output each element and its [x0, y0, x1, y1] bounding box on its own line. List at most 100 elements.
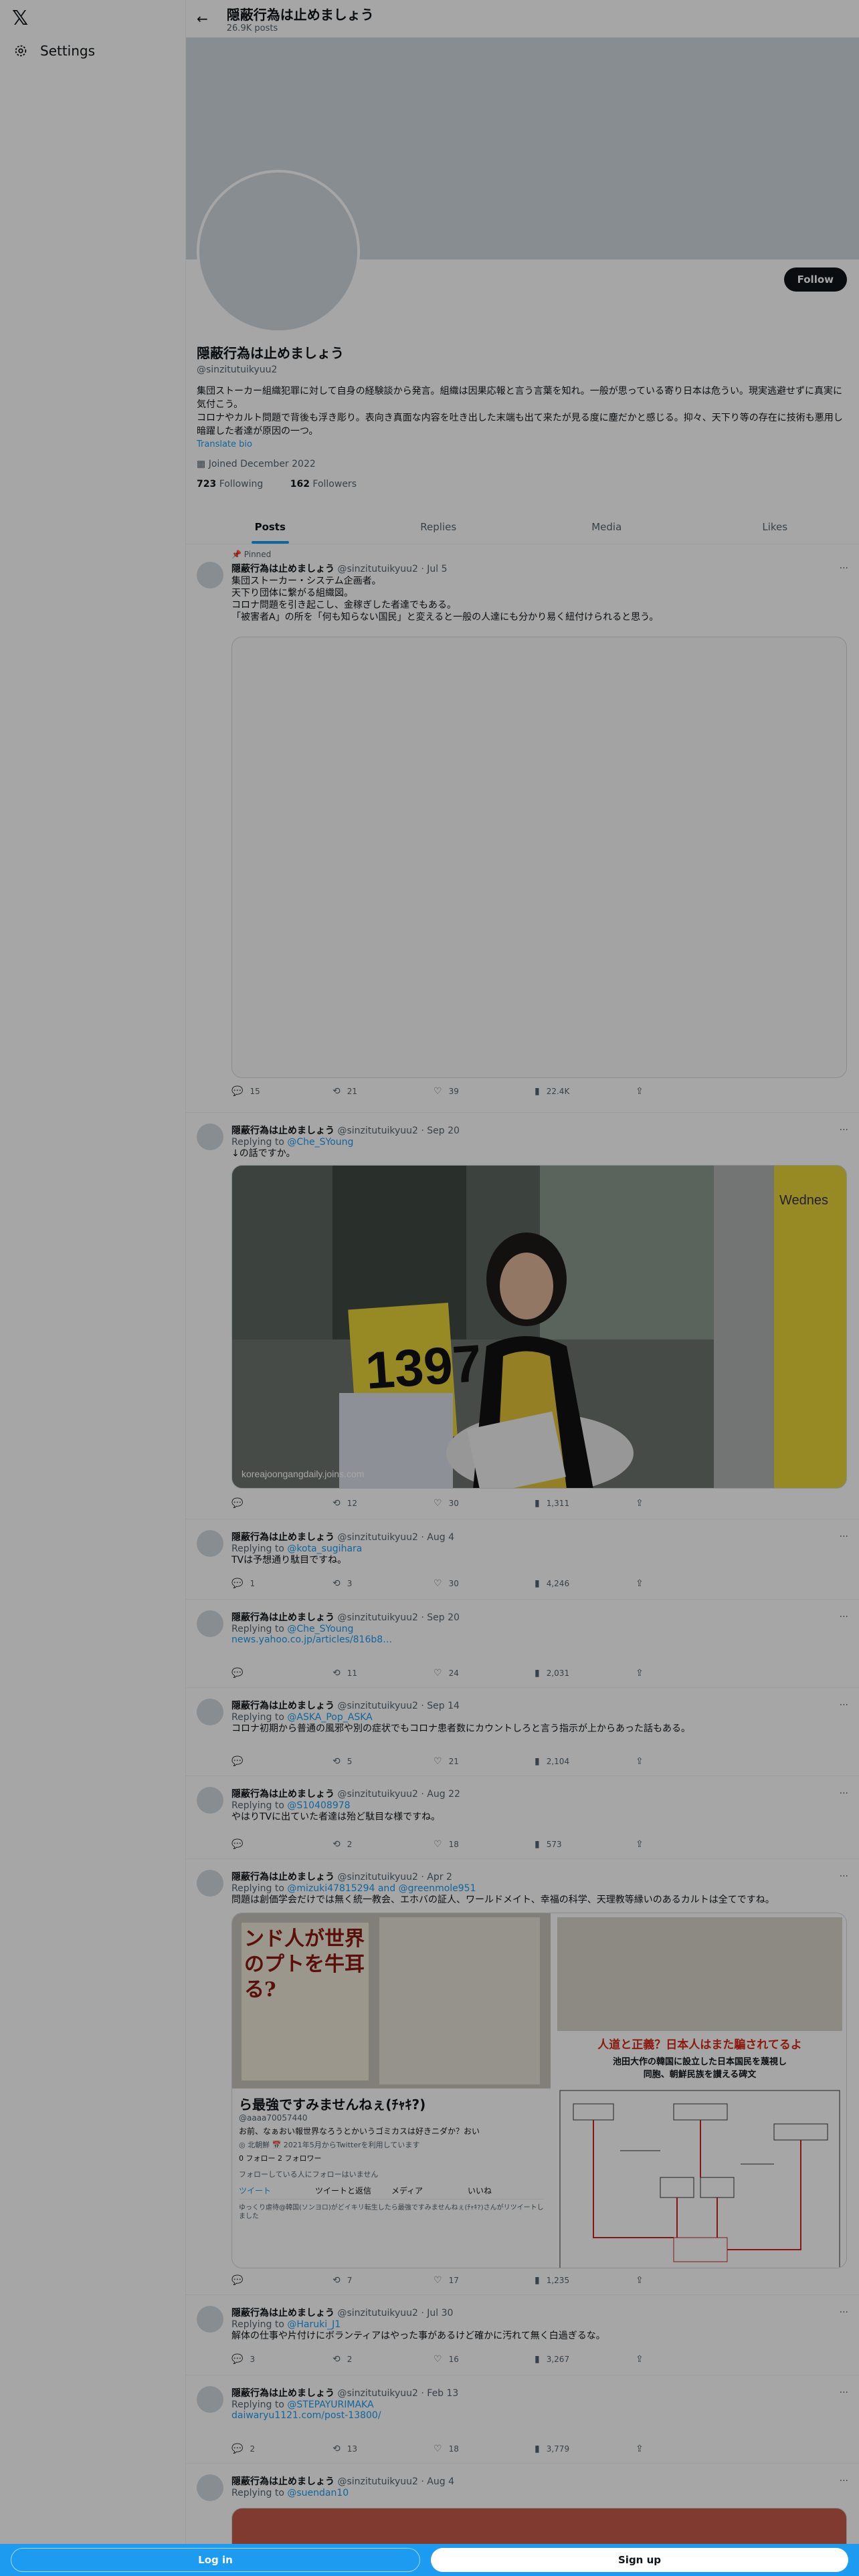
like-button[interactable]: ♡ 17 [434, 2275, 535, 2286]
views-button[interactable]: ▮ 573 [535, 1839, 636, 1850]
like-button[interactable]: ♡ 39 [434, 1086, 535, 1097]
avatar[interactable] [197, 1870, 223, 1897]
like-button[interactable]: ♡ 30 [434, 1498, 535, 1509]
x-logo-icon[interactable]: 𝕏 [12, 7, 28, 30]
share-button[interactable]: ⇪ [636, 1498, 737, 1509]
share-button[interactable]: ⇪ [636, 2354, 737, 2365]
like-button[interactable]: ♡ 21 [434, 1756, 535, 1767]
tweet-media[interactable] [231, 637, 847, 1078]
tab-media[interactable]: Media [522, 510, 691, 544]
reply-button[interactable]: 💬 15 [231, 1086, 332, 1097]
views-button[interactable]: ▮ 4,246 [535, 1578, 636, 1589]
avatar[interactable] [197, 562, 223, 588]
like-button[interactable]: ♡ 24 [434, 1668, 535, 1679]
tweet-item[interactable]: ··· 隠蔽行為は止めましょう @sinzitutuikyuu2 · Feb 1… [186, 2375, 859, 2464]
like-button[interactable]: ♡ 18 [434, 1839, 535, 1850]
reply-button[interactable]: 💬 [231, 1839, 332, 1850]
share-button[interactable]: ⇪ [636, 1839, 737, 1850]
tweet-item[interactable]: ··· 隠蔽行為は止めましょう @sinzitutuikyuu2 · Aug 4… [186, 1519, 859, 1600]
tab-replies[interactable]: Replies [355, 510, 523, 544]
reply-mention-link[interactable]: @kota_sugihara [287, 1543, 362, 1554]
share-button[interactable]: ⇪ [636, 1578, 737, 1589]
follow-button[interactable]: Follow [783, 267, 847, 292]
tweet-image-left[interactable]: ンド人が世界のプトを牛耳る? ら最強ですみませんねぇ(ﾁｬｷ?) @aaaa70… [232, 1913, 551, 2268]
like-button[interactable]: ♡ 30 [434, 1578, 535, 1589]
tweet-date[interactable]: · Aug 22 [421, 1789, 460, 1800]
avatar[interactable] [197, 1787, 223, 1814]
tweet-date[interactable]: · Sep 14 [421, 1701, 460, 1711]
tweet-link[interactable]: news.yahoo.co.jp/articles/816b8… [231, 1634, 847, 1645]
tweet-date[interactable]: · Jul 5 [421, 564, 447, 574]
avatar[interactable] [197, 2386, 223, 2413]
reply-button[interactable]: 💬 [231, 1756, 332, 1767]
share-button[interactable]: ⇪ [636, 2275, 737, 2286]
avatar[interactable] [197, 1699, 223, 1725]
tweet-item[interactable]: ··· 隠蔽行為は止めましょう @sinzitutuikyuu2 · Sep 2… [186, 1113, 859, 1519]
tweet-date[interactable]: · Aug 4 [421, 1532, 454, 1543]
login-button[interactable]: Log in [11, 2548, 420, 2572]
tweet-date[interactable]: · Jul 30 [421, 2308, 453, 2319]
tweet-date[interactable]: · Aug 4 [421, 2476, 454, 2487]
like-button[interactable]: ♡ 18 [434, 2444, 535, 2454]
tab-posts[interactable]: Posts [186, 510, 355, 544]
views-button[interactable]: ▮ 2,031 [535, 1668, 636, 1679]
tweet-item[interactable]: 📌 Pinned ··· 隠蔽行為は止めましょう @sinzitutuikyuu… [186, 544, 859, 1113]
tweet-item[interactable]: ··· 隠蔽行為は止めましょう @sinzitutuikyuu2 · Sep 2… [186, 1600, 859, 1688]
followers-link[interactable]: 162 Followers [290, 479, 369, 490]
avatar[interactable] [197, 1123, 223, 1150]
reply-mention-link[interactable]: @mizuki47815294 and @greenmole951 [287, 1883, 476, 1894]
tweet-photo[interactable]: Wednes 1397 koreajoongangdaily.joins.com [231, 1165, 847, 1489]
tweet-image-right[interactable]: 人道と正義？日本人はまた騙されてるよ 池田大作の韓国に設立した日本国民を蔑視し … [553, 1913, 846, 2268]
reply-mention-link[interactable]: @S10408978 [287, 1800, 350, 1811]
reply-button[interactable]: 💬 2 [231, 2444, 332, 2454]
following-link[interactable]: 723 Following [197, 479, 275, 490]
views-button[interactable]: ▮ 1,235 [535, 2275, 636, 2286]
views-button[interactable]: ▮ 3,779 [535, 2444, 636, 2454]
tweet-item[interactable]: ··· 隠蔽行為は止めましょう @sinzitutuikyuu2 · Apr 2… [186, 1859, 859, 2295]
views-button[interactable]: ▮ 3,267 [535, 2354, 636, 2365]
reply-mention-link[interactable]: @STEPAYURIMAKA [287, 2399, 373, 2410]
tweet-date[interactable]: · Feb 13 [421, 2388, 458, 2399]
reply-mention-link[interactable]: @Che_SYoung [287, 1137, 353, 1148]
tweet-item[interactable]: ··· 隠蔽行為は止めましょう @sinzitutuikyuu2 · Sep 1… [186, 1688, 859, 1776]
like-button[interactable]: ♡ 16 [434, 2354, 535, 2365]
reply-button[interactable]: 💬 [231, 1668, 332, 1679]
reply-button[interactable]: 💬 1 [231, 1578, 332, 1589]
retweet-button[interactable]: ⟲ 11 [332, 1668, 434, 1679]
signup-button[interactable]: Sign up [431, 2548, 848, 2572]
views-button[interactable]: ▮ 22.4K [535, 1086, 636, 1097]
retweet-button[interactable]: ⟲ 2 [332, 1839, 434, 1850]
tab-likes[interactable]: Likes [691, 510, 859, 544]
share-button[interactable]: ⇪ [636, 1668, 737, 1679]
tweet-item[interactable]: ··· 隠蔽行為は止めましょう @sinzitutuikyuu2 · Jul 3… [186, 2295, 859, 2375]
tweet-link[interactable]: daiwaryu1121.com/post-13800/ [231, 2410, 847, 2421]
retweet-button[interactable]: ⟲ 21 [332, 1086, 434, 1097]
avatar[interactable] [197, 1530, 223, 1557]
reply-mention-link[interactable]: @Che_SYoung [287, 1624, 353, 1634]
tweet-date[interactable]: · Apr 2 [421, 1872, 452, 1883]
retweet-button[interactable]: ⟲ 7 [332, 2275, 434, 2286]
retweet-button[interactable]: ⟲ 12 [332, 1498, 434, 1509]
settings-link[interactable]: Settings [13, 43, 95, 59]
reply-button[interactable]: 💬 3 [231, 2354, 332, 2365]
retweet-button[interactable]: ⟲ 13 [332, 2444, 434, 2454]
profile-avatar[interactable] [197, 170, 360, 333]
reply-mention-link[interactable]: @Haruki_J1 [287, 2319, 341, 2330]
retweet-button[interactable]: ⟲ 5 [332, 1756, 434, 1767]
back-arrow-icon[interactable]: ← [197, 11, 208, 27]
tweet-item[interactable]: ··· 隠蔽行為は止めましょう @sinzitutuikyuu2 · Aug 2… [186, 1776, 859, 1859]
retweet-button[interactable]: ⟲ 2 [332, 2354, 434, 2365]
reply-mention-link[interactable]: @suendan10 [287, 2488, 349, 2498]
reply-button[interactable]: 💬 [231, 1498, 332, 1509]
avatar[interactable] [197, 1610, 223, 1637]
tweet-date[interactable]: · Sep 20 [421, 1612, 460, 1623]
avatar[interactable] [197, 2306, 223, 2333]
reply-mention-link[interactable]: @ASKA_Pop_ASKA [287, 1712, 372, 1723]
share-button[interactable]: ⇪ [636, 2444, 737, 2454]
reply-button[interactable]: 💬 [231, 2275, 332, 2286]
share-button[interactable]: ⇪ [636, 1756, 737, 1767]
views-button[interactable]: ▮ 1,311 [535, 1498, 636, 1509]
views-button[interactable]: ▮ 2,104 [535, 1756, 636, 1767]
avatar[interactable] [197, 2474, 223, 2501]
translate-bio-link[interactable]: Translate bio [197, 439, 846, 449]
